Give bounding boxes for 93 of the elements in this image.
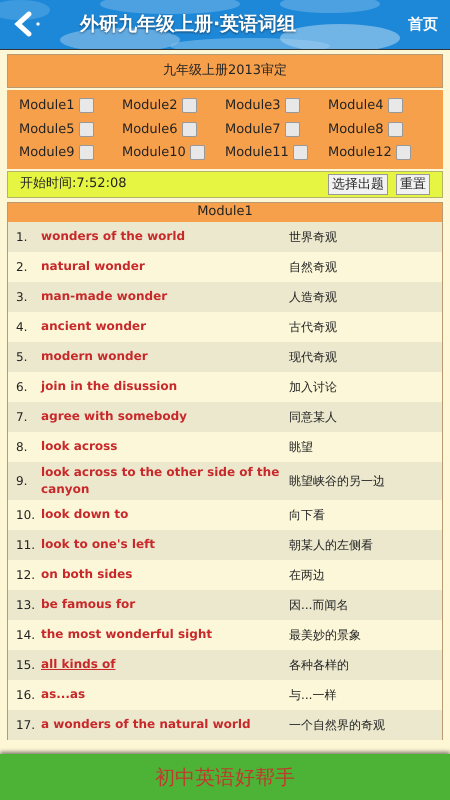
chinese-meaning: 一个自然界的奇观 [289,716,385,734]
module-checkbox[interactable] [284,122,300,137]
module-checkbox[interactable] [388,122,403,137]
phrase-row[interactable]: 9. look across to the other side of the canyon 眺望峡谷的另一边 [8,462,442,500]
module-label: Module6 [122,120,178,138]
chinese-meaning: 人造奇观 [289,288,337,306]
window-title: 外研九年级上册·英语词组 [80,12,298,38]
english-phrase: look across to the other side of the canyon [41,464,280,498]
phrase-row[interactable]: 3. man-made wonder 人造奇观 [8,282,442,312]
english-phrase: look across [41,438,118,455]
module-label: Module5 [19,120,75,138]
module-label: Module3 [225,97,281,115]
module-label: Module4 [328,97,384,115]
phrase-row[interactable]: 15. all kinds of 各种各样的 [8,650,442,680]
select-questions-button[interactable]: 选择出题 [328,174,388,194]
english-phrase: join in the disussion [41,378,178,395]
chinese-meaning: 最美妙的景象 [289,626,361,644]
home-link[interactable]: 首页 [408,13,438,36]
module-checkbox[interactable] [396,145,411,160]
english-phrase: on both sides [41,566,134,583]
module-label: Module8 [328,120,384,138]
module-label: Module7 [225,120,281,138]
english-phrase: ancient wonder [41,318,147,335]
chinese-meaning: 眺望峡谷的另一边 [289,472,385,490]
table-title: Module1 [8,202,442,222]
english-phrase: all kinds of [41,656,117,673]
english-phrase: as...as [41,686,86,703]
english-phrase: man-made wonder [41,288,168,305]
phrase-row[interactable]: 1. wonders of the world 世界奇观 [8,222,442,252]
module-checkbox[interactable] [284,98,300,114]
book-title: 九年级上册2013审定 [7,54,443,88]
module-label: Module12 [328,144,392,162]
phrase-row[interactable]: 13. be famous for 因...而闻名 [8,590,442,620]
english-phrase: be famous for [41,596,136,613]
module-checkbox[interactable] [78,122,94,137]
row-number: 2. [15,258,28,276]
english-phrase: modern wonder [41,348,149,365]
module-checkbox[interactable] [78,145,94,160]
english-phrase: natural wonder [41,258,146,275]
chinese-meaning: 世界奇观 [289,228,337,246]
module-label: Module11 [225,144,289,162]
row-number: 4. [15,318,28,336]
start-time: 开始时间:7:52:08 [20,175,128,194]
phrase-row[interactable]: 11. look to one's left 朝某人的左侧看 [8,530,442,560]
module-label: Module2 [122,97,178,115]
row-number: 5. [15,348,28,366]
row-number: 6. [15,378,28,396]
english-phrase: look to one's left [41,536,156,553]
row-number: 9. [15,472,28,490]
chinese-meaning: 朝某人的左侧看 [289,536,373,554]
module-checkbox[interactable] [78,98,94,114]
row-number: 16. [15,686,36,704]
row-number: 15. [15,656,36,674]
chinese-meaning: 自然奇观 [289,258,337,276]
module-checkbox[interactable] [182,122,197,137]
module-checkbox[interactable] [182,98,197,114]
chinese-meaning: 向下看 [289,506,325,524]
chinese-meaning: 因...而闻名 [289,596,348,614]
row-number: 14. [15,626,36,644]
chinese-meaning: 在两边 [289,566,325,584]
module-label: Module10 [122,144,186,162]
banner-text: 初中英语好帮手 [155,764,295,791]
reset-button[interactable]: 重置 [396,174,430,194]
chinese-meaning: 同意某人 [289,408,337,426]
module-checkbox[interactable] [190,145,205,160]
row-number: 3. [15,288,28,306]
english-phrase: look down to [41,506,130,523]
row-number: 1. [15,228,28,246]
english-phrase: wonders of the world [41,228,186,245]
module-label: Module1 [19,97,75,115]
back-icon [12,10,42,40]
chinese-meaning: 与...一样 [289,686,336,704]
chinese-meaning: 眺望 [289,438,313,456]
row-number: 8. [15,438,28,456]
phrase-row[interactable]: 5. modern wonder 现代奇观 [8,342,442,372]
chinese-meaning: 各种各样的 [289,656,349,674]
phrase-row[interactable]: 17. a wonders of the natural world 一个自然界的奇观 [8,710,442,740]
row-number: 7. [15,408,28,426]
module-label: Module9 [19,144,75,162]
chinese-meaning: 古代奇观 [289,318,337,336]
chinese-meaning: 现代奇观 [289,348,337,366]
module-checkbox[interactable] [388,98,403,114]
english-phrase: the most wonderful sight [41,626,214,643]
phrase-row[interactable]: 7. agree with somebody 同意某人 [8,402,442,432]
chinese-meaning: 加入讨论 [289,378,337,396]
row-number: 13. [15,596,36,614]
module-checkbox[interactable] [292,145,308,160]
row-number: 11. [15,536,36,554]
row-number: 17. [15,716,36,734]
english-phrase: a wonders of the natural world [41,716,252,733]
row-number: 10. [15,506,36,524]
row-number: 12. [15,566,36,584]
english-phrase: agree with somebody [41,408,188,425]
